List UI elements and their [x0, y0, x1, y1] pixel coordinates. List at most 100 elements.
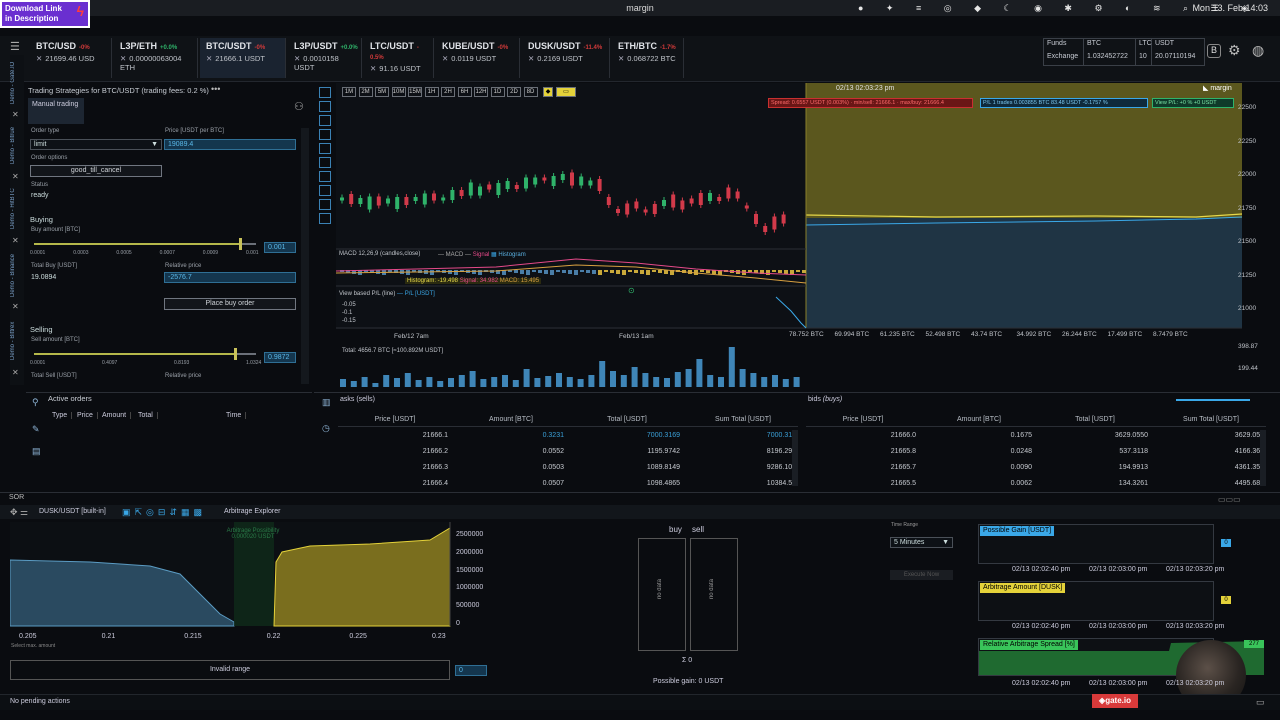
- line-tool-icon[interactable]: [319, 129, 331, 140]
- active-orders-column[interactable]: Amount: [102, 412, 132, 419]
- timeframe-button[interactable]: 5M: [375, 87, 389, 97]
- close-icon[interactable]: ✕: [618, 54, 624, 63]
- tab-ltc-usdt[interactable]: LTC/USDT -0.5% ✕ 91.16 USDT: [364, 38, 434, 78]
- alert-icon[interactable]: ◆: [543, 87, 553, 97]
- order-options-button[interactable]: good_till_cancel: [30, 165, 162, 177]
- rail-exchange-tab[interactable]: Demo - Binance: [10, 250, 24, 300]
- close-icon[interactable]: ✕: [206, 54, 212, 63]
- close-icon[interactable]: ✕: [12, 236, 19, 245]
- book-size-slider[interactable]: [1176, 399, 1250, 401]
- grid-tool-icon[interactable]: [319, 185, 331, 196]
- text-tool-icon[interactable]: [319, 199, 331, 210]
- gear-icon[interactable]: ⚙: [1228, 42, 1241, 59]
- asks-scrollbar[interactable]: [792, 430, 798, 486]
- bids-scrollbar[interactable]: [1260, 430, 1266, 486]
- close-icon[interactable]: ✕: [12, 302, 19, 311]
- history-icon[interactable]: ◷: [322, 423, 330, 434]
- timeframe-button[interactable]: 2H: [441, 87, 455, 97]
- edit-icon[interactable]: ✎: [32, 424, 40, 435]
- timeframe-button[interactable]: 1M: [342, 87, 356, 97]
- buy-amount-slider[interactable]: [34, 238, 256, 250]
- sell-amount-input[interactable]: 0.9872: [264, 352, 296, 363]
- timeframe-button[interactable]: 2M: [358, 87, 373, 97]
- tab-dusk-usdt[interactable]: DUSK/USDT -11.4% ✕ 0.2169 USDT: [522, 38, 610, 78]
- zoom-tool-icon[interactable]: [319, 101, 331, 112]
- timeframe-button[interactable]: 8D: [523, 87, 538, 97]
- list-icon[interactable]: ▤: [32, 446, 41, 457]
- timeframe-button[interactable]: 2D: [507, 87, 521, 97]
- order-type-select[interactable]: limit ▼: [30, 139, 162, 150]
- timeframe-button[interactable]: 12H: [474, 87, 488, 97]
- asks-column-header[interactable]: Amount [BTC]: [454, 416, 568, 423]
- execute-now-button[interactable]: Execute Now: [890, 570, 953, 580]
- close-icon[interactable]: ✕: [120, 54, 126, 63]
- timeframe-button[interactable]: 15M: [408, 87, 422, 97]
- asks-column-header[interactable]: Total [USDT]: [570, 416, 684, 423]
- sor-pair[interactable]: DUSK/USDT [built-in]: [39, 508, 106, 515]
- close-icon[interactable]: ✕: [528, 54, 534, 63]
- manual-trading-tab[interactable]: Manual trading: [28, 98, 84, 124]
- bids-column-header[interactable]: Amount [BTC]: [922, 416, 1036, 423]
- active-orders-column[interactable]: Total: [138, 412, 158, 419]
- arbitrage-explorer-label[interactable]: Arbitrage Explorer: [224, 508, 280, 515]
- measure-tool-icon[interactable]: [319, 157, 331, 168]
- timeframe-button[interactable]: 6H: [457, 87, 472, 97]
- tab-kube-usdt[interactable]: KUBE/USDT -0% ✕ 0.0119 USDT: [436, 38, 520, 78]
- close-icon[interactable]: ✕: [12, 368, 19, 377]
- strategy-scrollbar[interactable]: [301, 128, 309, 384]
- timeframe-button[interactable]: 1H: [424, 87, 439, 97]
- rail-exchange-tab[interactable]: Demo - Bitrue: [10, 120, 24, 170]
- sell-amount-slider[interactable]: [34, 348, 256, 360]
- running-icon[interactable]: ⚲: [32, 397, 39, 408]
- bids-column-header[interactable]: Sum Total [USDT]: [1154, 416, 1268, 423]
- book-icon[interactable]: ▥: [322, 397, 331, 408]
- move-icon[interactable]: ✥ ⚌: [10, 507, 28, 518]
- bitcoin-icon[interactable]: B: [1207, 44, 1221, 58]
- arbitrage-depth-chart[interactable]: [10, 522, 500, 648]
- panel-layout-icons[interactable]: ▭▭▭: [1218, 495, 1241, 504]
- pan-tool-icon[interactable]: [319, 115, 331, 126]
- close-icon[interactable]: ✕: [294, 54, 300, 63]
- layer-tool-icon[interactable]: [319, 213, 331, 224]
- active-orders-column[interactable]: Time: [226, 412, 247, 419]
- user-icon[interactable]: ◍: [1252, 42, 1264, 59]
- relative-price-input[interactable]: -2576.7: [164, 272, 296, 283]
- rail-exchange-tab[interactable]: Demo - HitBTC: [10, 184, 24, 234]
- active-orders-column[interactable]: Price: [77, 412, 98, 419]
- volume-bar: [750, 373, 757, 387]
- tab-btc-usdt[interactable]: BTC/USDT -0% ✕ 21666.1 USDT: [200, 38, 286, 78]
- bids-column-header[interactable]: Total [USDT]: [1038, 416, 1152, 423]
- tab-l3p-eth[interactable]: L3P/ETH +0.0% ✕ 0.00000063004 ETH: [114, 38, 198, 78]
- close-icon[interactable]: ✕: [370, 64, 376, 73]
- place-buy-order-button[interactable]: Place buy order: [164, 298, 296, 310]
- close-icon[interactable]: ✕: [442, 54, 448, 63]
- sor-tool-icons[interactable]: ▣⇱◎⊟⇵▦▩: [122, 507, 206, 518]
- cursor-tool-icon[interactable]: [319, 87, 331, 98]
- tab-l3p-usdt[interactable]: L3P/USDT +0.0% ✕ 0.0010158 USDT: [288, 38, 362, 78]
- more-options-button[interactable]: •••: [211, 84, 220, 94]
- invalid-range-field[interactable]: Invalid range: [10, 660, 450, 680]
- asks-column-header[interactable]: Sum Total [USDT]: [686, 416, 800, 423]
- time-range-select[interactable]: 5 Minutes ▼: [890, 537, 953, 548]
- close-icon[interactable]: ✕: [12, 110, 19, 119]
- close-icon[interactable]: ✕: [36, 54, 42, 63]
- timeframe-button[interactable]: 10M: [391, 87, 406, 97]
- camera-tool-icon[interactable]: [319, 143, 331, 154]
- asks-column-header[interactable]: Price [USDT]: [338, 416, 452, 423]
- panel-toggle-icon[interactable]: ▭: [1256, 697, 1265, 708]
- robot-icon[interactable]: ⚇: [294, 100, 304, 113]
- active-orders-column[interactable]: Type: [52, 412, 73, 419]
- timeframe-button[interactable]: 1D: [490, 87, 505, 97]
- tab-btc-usd[interactable]: BTC/USD -0% ✕ 21699.46 USD: [30, 38, 112, 78]
- rail-exchange-tab[interactable]: Demo - Gate.IO: [10, 58, 24, 108]
- tab-eth-btc[interactable]: ETH/BTC -1.7% ✕ 0.068722 BTC: [612, 38, 684, 78]
- fib-tool-icon[interactable]: [319, 171, 331, 182]
- buy-amount-input[interactable]: 0.001: [264, 242, 296, 253]
- bids-column-header[interactable]: Price [USDT]: [806, 416, 920, 423]
- indicator-icon[interactable]: ▭: [556, 87, 576, 97]
- price-input[interactable]: 19089.4: [164, 139, 296, 150]
- close-icon[interactable]: ✕: [12, 172, 19, 181]
- amount-small-input[interactable]: 0: [455, 665, 487, 676]
- hamburger-menu-icon[interactable]: ☰: [10, 40, 24, 53]
- rail-exchange-tab[interactable]: Demo - Bittrex: [10, 316, 24, 366]
